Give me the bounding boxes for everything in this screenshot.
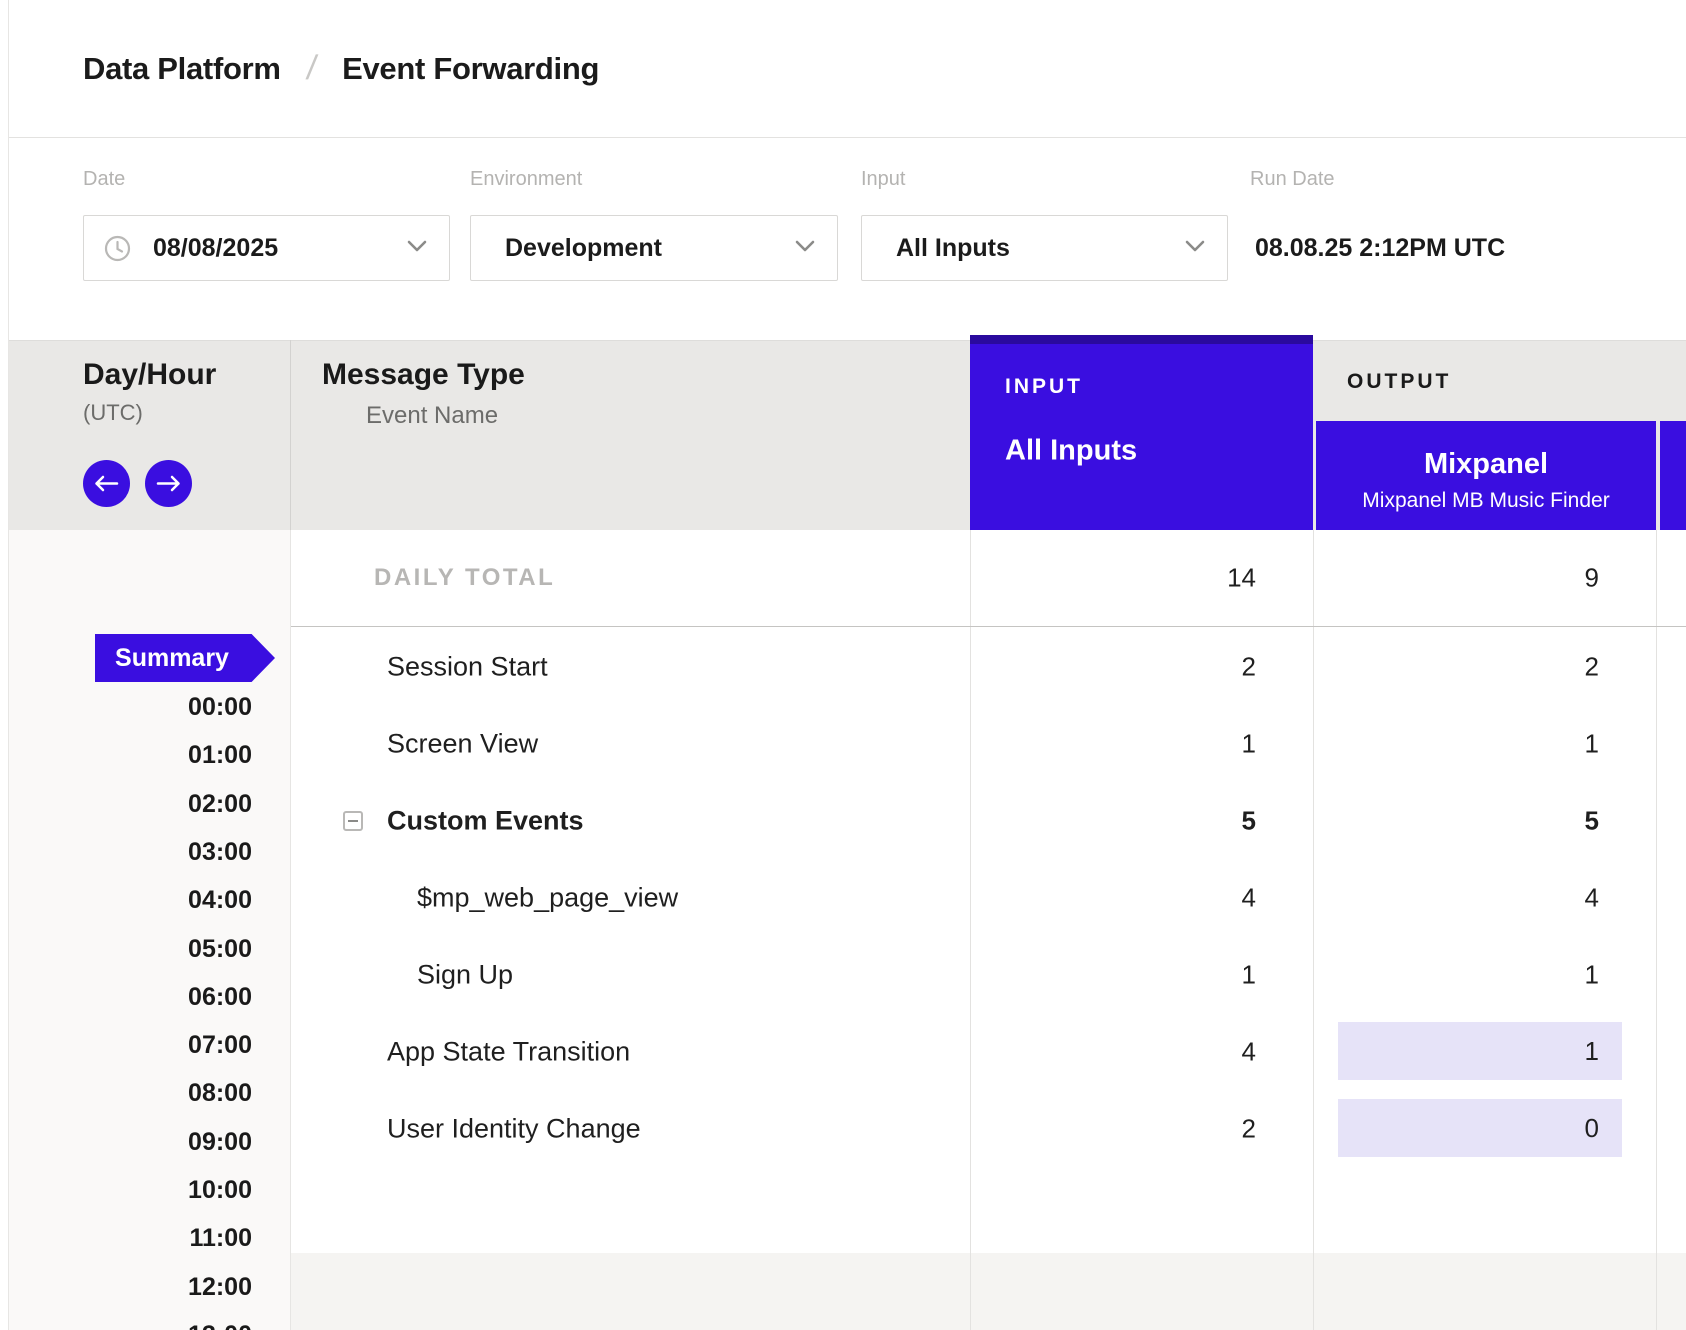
hour-label[interactable]: 12:00 bbox=[9, 1270, 252, 1304]
hour-label[interactable]: 07:00 bbox=[9, 1028, 252, 1062]
event-name-subtitle: Event Name bbox=[366, 402, 498, 430]
table-row: User Identity Change 2 0 bbox=[291, 1090, 1686, 1167]
input-count: 4 bbox=[1242, 882, 1256, 913]
hour-label[interactable]: 11:00 bbox=[9, 1221, 252, 1255]
event-type-label: Session Start bbox=[387, 651, 548, 682]
output-count: 5 bbox=[1585, 805, 1599, 836]
output-subtitle: Mixpanel MB Music Finder bbox=[1316, 489, 1656, 513]
hour-label[interactable]: 01:00 bbox=[9, 738, 252, 772]
message-type-column-title: Message Type bbox=[322, 358, 525, 392]
input-count: 1 bbox=[1242, 959, 1256, 990]
summary-label: Summary bbox=[115, 644, 229, 673]
table-row: Session Start 2 2 bbox=[291, 628, 1686, 705]
table-row: App State Transition 4 1 bbox=[291, 1013, 1686, 1090]
breadcrumb: Data Platform / Event Forwarding bbox=[9, 0, 1686, 138]
arrow-left-icon bbox=[94, 475, 119, 492]
output-count: 1 bbox=[1585, 1036, 1599, 1067]
output-count: 1 bbox=[1585, 728, 1599, 759]
hour-label[interactable]: 08:00 bbox=[9, 1076, 252, 1110]
chevron-down-icon bbox=[795, 239, 815, 257]
hour-label[interactable]: 03:00 bbox=[9, 835, 252, 869]
chevron-down-icon bbox=[1185, 239, 1205, 257]
environment-filter-label: Environment bbox=[470, 168, 582, 191]
input-count: 4 bbox=[1242, 1036, 1256, 1067]
output-count: 1 bbox=[1585, 959, 1599, 990]
hour-label[interactable]: 00:00 bbox=[9, 690, 252, 724]
breadcrumb-separator: / bbox=[304, 49, 319, 88]
daily-total-output-count: 9 bbox=[1585, 563, 1599, 594]
event-type-label: User Identity Change bbox=[387, 1113, 641, 1144]
output-count: 2 bbox=[1585, 651, 1599, 682]
clock-icon bbox=[104, 235, 131, 262]
hour-label[interactable]: 10:00 bbox=[9, 1173, 252, 1207]
run-date-value: 08.08.25 2:12PM UTC bbox=[1255, 234, 1505, 263]
hour-label[interactable]: 09:00 bbox=[9, 1125, 252, 1159]
day-hour-column-title: Day/Hour bbox=[83, 358, 216, 392]
event-name-label: $mp_web_page_view bbox=[417, 882, 678, 913]
environment-filter-value: Development bbox=[505, 234, 662, 263]
output-column-header-mixpanel[interactable]: Mixpanel Mixpanel MB Music Finder bbox=[1316, 421, 1656, 530]
day-hour-timezone: (UTC) bbox=[83, 400, 143, 426]
input-filter-value: All Inputs bbox=[896, 234, 1010, 263]
output-count-highlighted-cell[interactable]: 1 bbox=[1338, 1022, 1622, 1080]
table-row-custom-events: Custom Events 5 5 bbox=[291, 782, 1686, 859]
environment-filter-select[interactable]: Development bbox=[470, 215, 838, 281]
page-title: Event Forwarding bbox=[342, 51, 599, 87]
table-row: Screen View 1 1 bbox=[291, 705, 1686, 782]
hour-label[interactable]: 06:00 bbox=[9, 980, 252, 1014]
output-count: 0 bbox=[1585, 1113, 1599, 1144]
summary-row-selector[interactable]: Summary bbox=[95, 634, 275, 682]
header-divider bbox=[290, 340, 291, 530]
output-count-highlighted-cell[interactable]: 0 bbox=[1338, 1099, 1622, 1157]
breadcrumb-section[interactable]: Data Platform bbox=[83, 51, 281, 87]
date-filter-value: 08/08/2025 bbox=[153, 234, 278, 263]
event-name-label: Sign Up bbox=[417, 959, 513, 990]
input-count: 1 bbox=[1242, 728, 1256, 759]
input-header-accent-strip bbox=[970, 335, 1313, 344]
event-type-label: Custom Events bbox=[387, 805, 584, 836]
output-header-label: OUTPUT bbox=[1347, 370, 1451, 394]
input-header-value: All Inputs bbox=[1005, 435, 1137, 468]
table-row: Sign Up 1 1 bbox=[291, 936, 1686, 1013]
next-output-column-partial bbox=[1660, 421, 1686, 530]
arrow-right-icon bbox=[156, 475, 181, 492]
event-type-label: Screen View bbox=[387, 728, 538, 759]
input-count: 2 bbox=[1242, 651, 1256, 682]
event-forwarding-page: Data Platform / Event Forwarding Date 08… bbox=[0, 0, 1686, 1330]
hour-label[interactable]: 05:00 bbox=[9, 932, 252, 966]
hour-label[interactable]: 13:00 bbox=[9, 1318, 252, 1330]
next-day-button[interactable] bbox=[145, 460, 192, 507]
input-filter-label: Input bbox=[861, 168, 905, 191]
input-header-label: INPUT bbox=[1005, 375, 1083, 399]
hour-label[interactable]: 04:00 bbox=[9, 883, 252, 917]
output-count: 4 bbox=[1585, 882, 1599, 913]
hour-label[interactable]: 02:00 bbox=[9, 787, 252, 821]
table-row: $mp_web_page_view 4 4 bbox=[291, 859, 1686, 936]
daily-total-input-count: 14 bbox=[1227, 563, 1256, 594]
event-type-label: App State Transition bbox=[387, 1036, 630, 1067]
table-footer-area bbox=[291, 1253, 1686, 1330]
date-filter-select[interactable]: 08/08/2025 bbox=[83, 215, 450, 281]
run-date-label: Run Date bbox=[1250, 168, 1335, 191]
input-column-header[interactable]: INPUT All Inputs bbox=[970, 335, 1313, 530]
input-count: 2 bbox=[1242, 1113, 1256, 1144]
collapse-minus-icon[interactable] bbox=[343, 811, 363, 831]
chevron-down-icon bbox=[407, 239, 427, 257]
daily-total-label: DAILY TOTAL bbox=[374, 564, 555, 592]
input-count: 5 bbox=[1242, 805, 1256, 836]
date-filter-label: Date bbox=[83, 168, 125, 191]
input-filter-select[interactable]: All Inputs bbox=[861, 215, 1228, 281]
daily-total-row: DAILY TOTAL 14 9 bbox=[291, 530, 1686, 627]
output-name: Mixpanel bbox=[1316, 448, 1656, 481]
previous-day-button[interactable] bbox=[83, 460, 130, 507]
